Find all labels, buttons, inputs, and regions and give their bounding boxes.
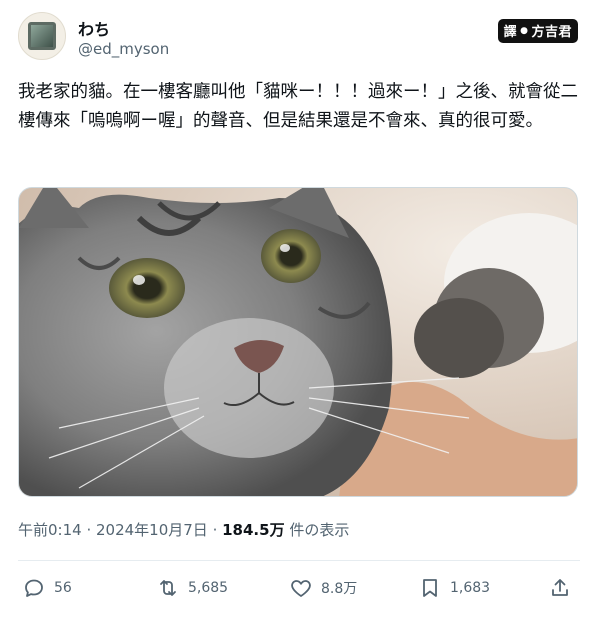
badge-separator: ●	[520, 25, 529, 36]
like-button[interactable]: 8.8万	[289, 576, 357, 600]
translator-badge: 譯 ● 方吉君	[497, 19, 578, 43]
bookmark-button[interactable]: 1,683	[418, 576, 490, 600]
post-time-link[interactable]: 午前0:14	[18, 521, 82, 539]
cat-photo-illustration	[19, 188, 577, 496]
share-button[interactable]	[548, 576, 572, 600]
tweet-text: 我老家的貓。在一樓客廳叫他「貓咪ー！！！過來ー！」之後、就會從二樓傳來「嗚嗚啊ー…	[18, 82, 578, 131]
repost-icon	[160, 580, 176, 596]
tweet-header: わち @ed_myson 譯 ● 方吉君	[18, 12, 578, 68]
repost-count: 5,685	[188, 580, 229, 596]
bookmark-count: 1,683	[450, 580, 491, 596]
action-bar: 56 5,685 8.8万 1,683	[18, 576, 578, 610]
tweet-meta: 午前0:14 · 2024年10月7日 · 184.5万 件の表示	[18, 519, 349, 540]
badge-left-text: 譯	[503, 25, 518, 40]
share-icon	[552, 579, 568, 596]
reply-icon	[25, 579, 43, 597]
meta-separator: ·	[207, 521, 223, 539]
user-handle[interactable]: @ed_myson	[78, 40, 169, 58]
bookmark-icon	[423, 579, 437, 597]
post-date-link[interactable]: 2024年10月7日	[96, 521, 208, 539]
views-label: 件の表示	[284, 521, 350, 539]
repost-button[interactable]: 5,685	[156, 576, 228, 600]
reply-button[interactable]: 56	[22, 576, 72, 600]
meta-separator: ·	[81, 521, 96, 539]
divider	[18, 560, 580, 561]
tweet-photo-cat[interactable]	[18, 187, 578, 497]
views-count: 184.5万	[222, 521, 285, 539]
like-count: 8.8万	[321, 581, 358, 597]
reply-count: 56	[54, 580, 72, 596]
heart-icon	[291, 580, 311, 597]
display-name[interactable]: わち	[78, 16, 110, 40]
framed-picture-icon	[28, 22, 56, 50]
badge-right-text: 方吉君	[531, 25, 572, 40]
avatar[interactable]	[18, 12, 66, 60]
